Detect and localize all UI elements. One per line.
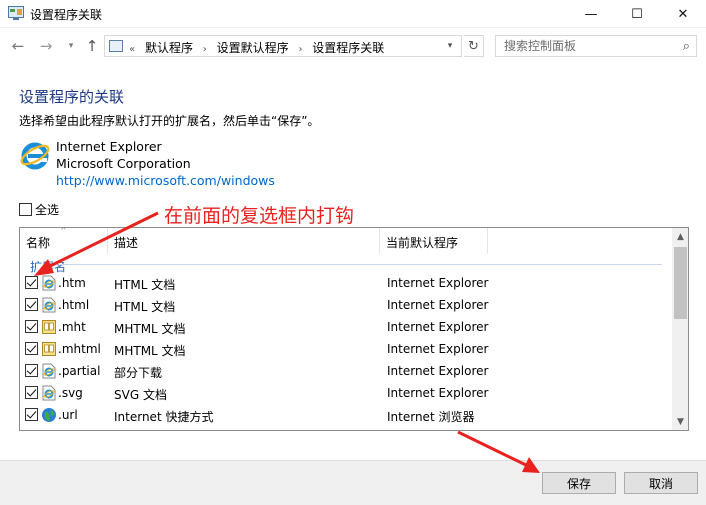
scroll-down-icon[interactable]: ▼	[672, 413, 688, 430]
save-button[interactable]: 保存	[542, 472, 616, 494]
instruction-text: 选择希望由此程序默认打开的扩展名，然后单击“保存”。	[19, 114, 320, 128]
row-checkbox[interactable]	[25, 386, 38, 399]
breadcrumb-item-set-defaults[interactable]: 设置默认程序	[217, 41, 289, 55]
breadcrumb-overflow[interactable]: «	[129, 44, 135, 55]
row-checkbox[interactable]	[25, 276, 38, 289]
close-button[interactable]: ✕	[660, 0, 706, 28]
up-arrow-icon[interactable]: ↑	[82, 36, 102, 56]
column-header-name[interactable]: ^ 名称	[20, 228, 108, 254]
breadcrumb: « 默认程序 › 设置默认程序 › 设置程序关联	[129, 39, 390, 56]
column-current-default-label: 当前默认程序	[386, 236, 459, 250]
address-dropdown-icon[interactable]: ▾	[440, 35, 460, 57]
minimize-button[interactable]: —	[568, 0, 614, 28]
table-row[interactable]: .partial 部分下载 Internet Explorer	[20, 360, 672, 382]
search-icon[interactable]: ⌕	[683, 39, 690, 54]
ie-file-icon	[41, 297, 57, 313]
select-all-label: 全选	[35, 203, 60, 217]
search-box[interactable]: ⌕	[495, 35, 697, 57]
row-description: 部分下载	[114, 366, 163, 380]
control-panel-icon	[109, 40, 123, 52]
row-extension: .mhtml	[58, 342, 101, 356]
select-all-checkbox[interactable]	[19, 203, 32, 216]
recent-locations-chevron-icon[interactable]: ▾	[61, 36, 81, 56]
table-row[interactable]: .url Internet 快捷方式 Internet 浏览器	[20, 404, 672, 426]
title-bar: 设置程序关联 — ☐ ✕	[0, 0, 706, 28]
scroll-thumb[interactable]	[674, 247, 687, 319]
globe-icon	[41, 407, 57, 423]
select-all[interactable]: 全选	[19, 201, 59, 218]
breadcrumb-item-default-programs[interactable]: 默认程序	[145, 41, 193, 55]
breadcrumb-separator-icon: ›	[202, 44, 207, 55]
ie-file-icon	[41, 385, 57, 401]
navigation-bar: ← → ▾ ↑ « 默认程序 › 设置默认程序 › 设置程序关联 ▾ ↻ ⌕	[0, 30, 706, 62]
breadcrumb-item-set-associations[interactable]: 设置程序关联	[312, 41, 384, 55]
cancel-button[interactable]: 取消	[624, 472, 698, 494]
column-header-description[interactable]: 描述	[108, 228, 380, 254]
row-description: SVG 文档	[114, 388, 167, 402]
forward-arrow-icon[interactable]: →	[36, 36, 56, 56]
annotation-text: 在前面的复选框内打钩	[164, 205, 355, 227]
row-extension: .mht	[58, 320, 86, 334]
row-extension: .url	[58, 408, 78, 422]
table-row[interactable]: .htm HTML 文档 Internet Explorer	[20, 272, 672, 294]
row-current-default: Internet Explorer	[387, 298, 489, 312]
mhtml-file-icon	[41, 319, 57, 335]
row-description: Internet 快捷方式	[114, 410, 214, 424]
row-checkbox[interactable]	[25, 342, 38, 355]
table-row[interactable]: .svg SVG 文档 Internet Explorer	[20, 382, 672, 404]
table-row[interactable]: .mht MHTML 文档 Internet Explorer	[20, 316, 672, 338]
row-extension: .partial	[58, 364, 101, 378]
window-title: 设置程序关联	[30, 8, 103, 22]
ie-file-icon	[41, 275, 57, 291]
scroll-up-icon[interactable]: ▲	[672, 228, 688, 245]
row-current-default: Internet Explorer	[387, 276, 489, 290]
column-description-label: 描述	[114, 236, 139, 250]
column-name-label: 名称	[26, 236, 51, 250]
row-checkbox[interactable]	[25, 320, 38, 333]
search-input[interactable]	[504, 38, 674, 54]
list-header: ^ 名称 描述 当前默认程序	[20, 228, 672, 254]
internet-explorer-logo-icon	[20, 142, 50, 170]
vertical-scrollbar[interactable]: ▲ ▼	[672, 228, 688, 430]
row-extension: .html	[58, 298, 90, 312]
extension-list: ^ 名称 描述 当前默认程序 扩展名 .htm HTML 文档 Internet E…	[19, 227, 689, 431]
refresh-icon[interactable]: ↻	[464, 35, 484, 57]
row-description: MHTML 文档	[114, 322, 186, 336]
breadcrumb-separator-icon: ›	[298, 44, 303, 55]
row-current-default: Internet 浏览器	[387, 410, 475, 424]
mhtml-file-icon	[41, 341, 57, 357]
program-company: Microsoft Corporation	[56, 156, 191, 171]
row-current-default: Internet Explorer	[387, 386, 489, 400]
row-description: MHTML 文档	[114, 344, 186, 358]
maximize-button[interactable]: ☐	[614, 0, 660, 28]
control-panel-icon	[8, 6, 24, 20]
sort-ascending-icon: ^	[60, 227, 67, 235]
row-current-default: Internet Explorer	[387, 364, 489, 378]
table-row[interactable]: .mhtml MHTML 文档 Internet Explorer	[20, 338, 672, 360]
row-extension: .svg	[58, 386, 83, 400]
row-checkbox[interactable]	[25, 364, 38, 377]
row-description: HTML 文档	[114, 278, 176, 292]
row-current-default: Internet Explorer	[387, 320, 489, 334]
row-current-default: Internet Explorer	[387, 342, 489, 356]
row-checkbox[interactable]	[25, 408, 38, 421]
program-url-link[interactable]: http://www.microsoft.com/windows	[56, 173, 275, 188]
page-title: 设置程序的关联	[19, 88, 125, 106]
back-arrow-icon[interactable]: ←	[8, 36, 28, 56]
address-bar[interactable]: « 默认程序 › 设置默认程序 › 设置程序关联	[104, 35, 462, 57]
table-row[interactable]: .html HTML 文档 Internet Explorer	[20, 294, 672, 316]
row-checkbox[interactable]	[25, 298, 38, 311]
row-extension: .htm	[58, 276, 86, 290]
column-header-current-default[interactable]: 当前默认程序	[380, 228, 488, 254]
ie-file-icon	[41, 363, 57, 379]
group-divider	[60, 264, 662, 265]
program-name: Internet Explorer	[56, 139, 162, 154]
row-description: HTML 文档	[114, 300, 176, 314]
